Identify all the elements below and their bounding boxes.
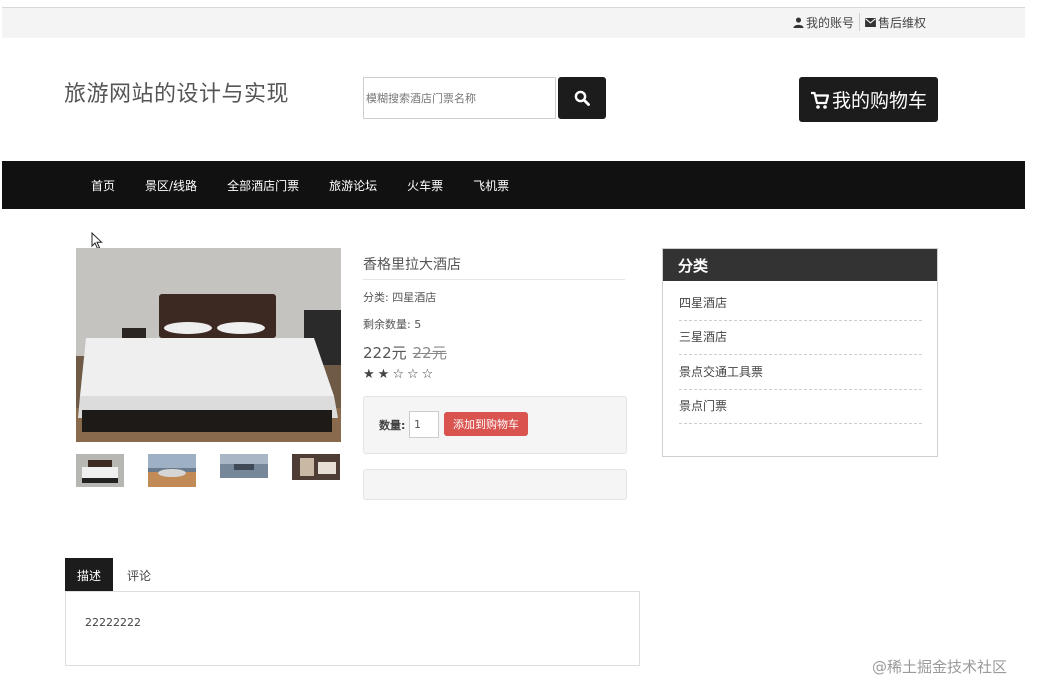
cart-button[interactable]: 我的购物车	[799, 77, 938, 122]
add-to-cart-button[interactable]: 添加到购物车	[444, 412, 528, 436]
description-text: 22222222	[85, 616, 141, 629]
product-title: 香格里拉大酒店	[363, 257, 461, 273]
category-item-transport-ticket[interactable]: 景点交通工具票	[679, 363, 922, 390]
main-nav: 首页 景区/线路 全部酒店门票 旅游论坛 火车票 飞机票	[2, 161, 1025, 209]
my-account-link[interactable]: 我的账号	[788, 14, 859, 31]
category-panel: 分类 四星酒店 三星酒店 景点交通工具票 景点门票	[662, 248, 938, 457]
star-filled-icon: ★	[377, 367, 393, 382]
cart-label: 我的购物车	[831, 90, 927, 112]
description-panel: 22222222	[65, 591, 640, 666]
product-stock: 剩余数量: 5	[363, 318, 422, 331]
search-icon	[574, 90, 590, 106]
product-category: 分类: 四星酒店	[363, 291, 437, 304]
site-title: 旅游网站的设计与实现	[64, 82, 290, 107]
empty-info-box	[363, 469, 627, 500]
thumbnail-3[interactable]	[220, 454, 268, 478]
purchase-box: 数量: 添加到购物车	[363, 396, 627, 454]
category-item-scenic-ticket[interactable]: 景点门票	[679, 397, 922, 424]
quantity-input[interactable]	[409, 411, 439, 438]
nav-item-hotel-tickets[interactable]: 全部酒店门票	[227, 177, 299, 194]
envelope-icon	[865, 17, 876, 27]
after-sales-link[interactable]: 售后维权	[860, 14, 931, 31]
nav-item-train-tickets[interactable]: 火车票	[407, 177, 443, 194]
user-icon	[793, 16, 804, 28]
quantity-label: 数量:	[379, 419, 406, 432]
star-filled-icon: ★	[363, 367, 378, 382]
cart-icon	[810, 91, 830, 109]
tab-reviews[interactable]: 评论	[118, 558, 160, 592]
top-links: 我的账号 售后维权	[788, 13, 931, 31]
watermark: @稀土掘金技术社区	[872, 658, 1008, 676]
original-price: 22元	[412, 344, 447, 362]
thumbnail-1[interactable]	[76, 454, 124, 487]
tab-description[interactable]: 描述	[65, 558, 113, 592]
nav-item-forum[interactable]: 旅游论坛	[329, 177, 377, 194]
nav-item-flight-tickets[interactable]: 飞机票	[473, 177, 509, 194]
nav-item-home[interactable]: 首页	[91, 177, 115, 194]
title-divider	[363, 279, 625, 280]
search-button[interactable]	[558, 77, 606, 119]
top-bar: 我的账号 售后维权	[2, 7, 1025, 38]
search-input[interactable]	[363, 77, 556, 119]
thumbnail-2[interactable]	[148, 454, 196, 487]
after-sales-label: 售后维权	[877, 15, 926, 30]
product-price-row: 222元 22元	[363, 342, 447, 363]
current-price: 222元	[363, 344, 407, 362]
category-item-three-star[interactable]: 三星酒店	[679, 328, 922, 355]
star-empty-icon: ☆	[406, 367, 422, 382]
star-rating: ★★☆☆☆	[363, 367, 436, 382]
my-account-label: 我的账号	[805, 15, 854, 30]
nav-item-scenic-routes[interactable]: 景区/线路	[145, 177, 197, 194]
thumbnail-4[interactable]	[292, 454, 340, 480]
category-panel-title: 分类	[663, 249, 937, 281]
star-empty-icon: ☆	[392, 367, 407, 382]
star-empty-icon: ☆	[421, 367, 437, 382]
category-item-four-star[interactable]: 四星酒店	[679, 294, 922, 321]
product-main-image	[76, 248, 341, 442]
